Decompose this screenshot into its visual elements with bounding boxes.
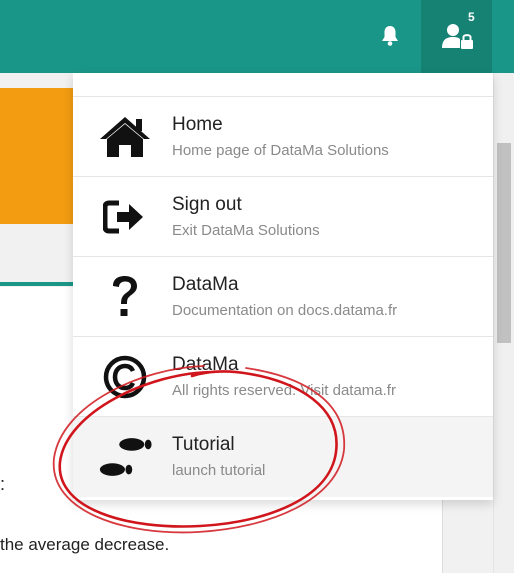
content-panel [0,287,80,517]
menu-item-title: DataMa [172,354,239,375]
menu-item-subtitle: All rights reserved. Visit datama.fr [172,382,396,399]
menu-item-subtitle: Documentation on docs.datama.fr [172,302,398,319]
menu-item-copyright[interactable]: DataMa All rights reserved. Visit datama… [73,337,493,417]
orange-card [0,88,80,224]
menu-item-subtitle: Home page of DataMa Solutions [172,142,389,159]
home-icon [97,111,153,163]
page-scrollbar[interactable] [493,73,514,573]
menu-item-title: DataMa [172,274,239,295]
question-icon [97,271,153,323]
menu-item-documentation[interactable]: DataMa Documentation on docs.datama.fr [73,257,493,337]
menu-item-title: Home [172,114,223,135]
bell-icon[interactable] [378,24,402,48]
menu-item-tutorial[interactable]: Tutorial launch tutorial [73,417,493,497]
sign-out-icon [97,191,153,243]
menu-item-title: Tutorial [172,434,235,455]
menu-item-home[interactable]: Home Home page of DataMa Solutions [73,97,493,177]
partial-description: the average decrease. [0,535,170,554]
dropdown-header-sliver [73,73,493,97]
footprints-icon [97,431,153,483]
teal-underline [0,282,80,286]
copyright-icon [97,351,153,403]
user-dropdown-menu: Home Home page of DataMa Solutions Sign … [73,73,493,500]
menu-item-title: Sign out [172,194,242,215]
menu-item-sign-out[interactable]: Sign out Exit DataMa Solutions [73,177,493,257]
menu-item-subtitle: Exit DataMa Solutions [172,222,320,239]
user-lock-icon[interactable] [442,22,474,52]
scrollbar-thumb[interactable] [497,143,511,343]
partial-label: : [0,474,6,494]
top-header [0,0,514,73]
menu-item-subtitle: launch tutorial [172,462,266,479]
notification-count-badge: 5 [468,10,475,24]
